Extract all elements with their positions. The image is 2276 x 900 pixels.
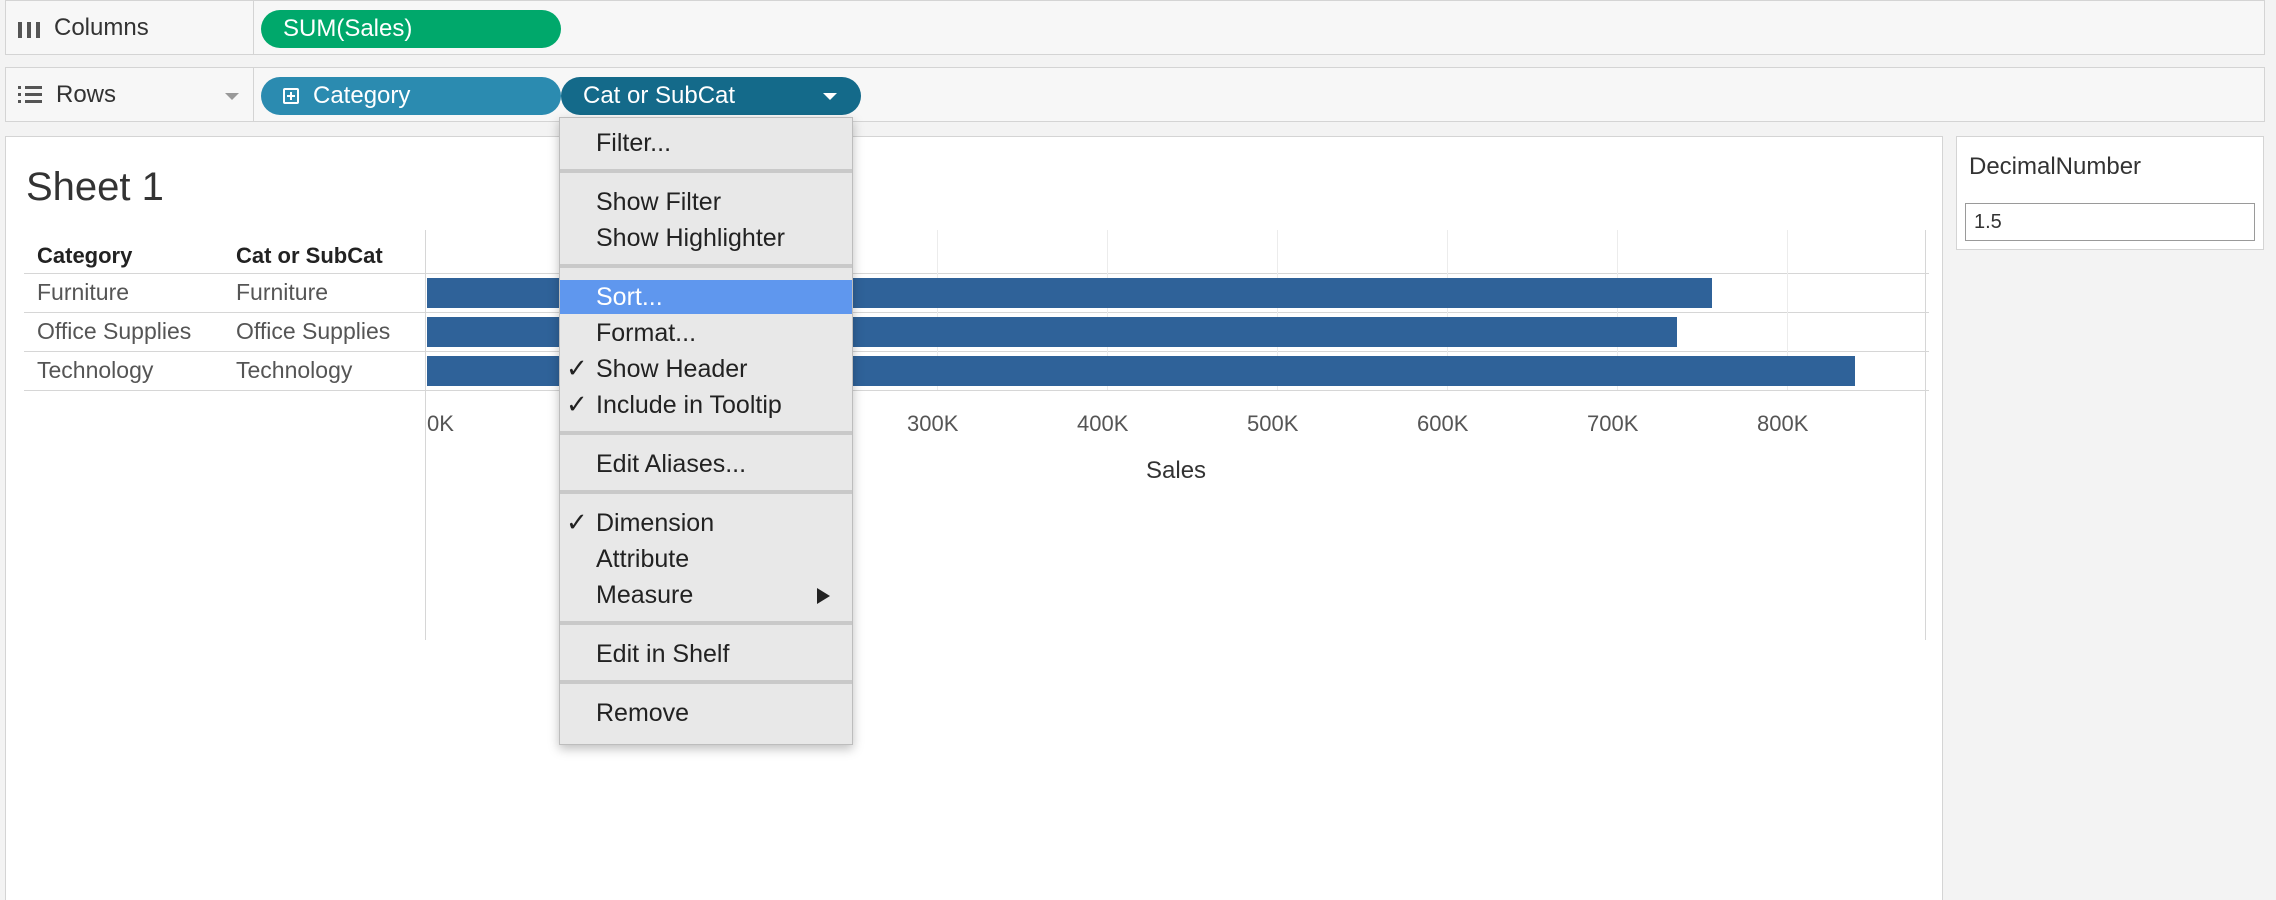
menu-item-dimension[interactable]: ✓ Dimension <box>560 506 852 540</box>
x-tick-label: 300K <box>907 411 959 436</box>
axis-divider <box>425 230 426 640</box>
cat-or-subcat-pill-label: Cat or SubCat <box>583 82 736 109</box>
menu-separator <box>560 169 852 173</box>
menu-item-edit-aliases[interactable]: Edit Aliases... <box>560 447 852 481</box>
cell-cat-or-subcat[interactable]: Technology <box>236 357 352 384</box>
row-divider <box>24 312 1929 313</box>
header-category[interactable]: Category <box>37 243 132 269</box>
cell-cat-or-subcat[interactable]: Furniture <box>236 279 328 306</box>
menu-item-show-filter[interactable]: Show Filter <box>560 185 852 219</box>
cell-category[interactable]: Office Supplies <box>37 318 191 345</box>
columns-shelf-label-area: Columns <box>6 1 254 54</box>
expand-plus-icon[interactable] <box>283 88 299 104</box>
rows-shelf-label-area[interactable]: Rows <box>6 68 254 121</box>
rows-icon <box>18 86 42 103</box>
menu-item-edit-in-shelf[interactable]: Edit in Shelf <box>560 637 852 671</box>
cell-category[interactable]: Technology <box>37 357 153 384</box>
x-tick-label: 400K <box>1077 411 1129 436</box>
menu-item-label: Show Filter <box>596 187 722 216</box>
menu-item-format[interactable]: Format... <box>560 316 852 350</box>
menu-item-label: Attribute <box>596 544 690 573</box>
menu-item-attribute[interactable]: Attribute <box>560 542 852 576</box>
menu-separator <box>560 490 852 494</box>
x-tick-label: 0K <box>427 411 454 436</box>
x-tick-label: 600K <box>1417 411 1469 436</box>
menu-item-label: Filter... <box>596 128 672 157</box>
checkmark-icon: ✓ <box>566 507 588 537</box>
category-pill-label: Category <box>313 82 411 109</box>
columns-label: Columns <box>54 13 149 41</box>
sum-sales-pill-label: SUM(Sales) <box>283 15 413 42</box>
menu-item-label: Edit Aliases... <box>596 449 747 478</box>
checkmark-icon: ✓ <box>566 353 588 383</box>
columns-shelf: Columns SUM(Sales) <box>5 0 2265 55</box>
menu-item-label: Sort... <box>596 282 663 311</box>
menu-separator <box>560 621 852 625</box>
rows-label: Rows <box>56 80 117 108</box>
menu-item-measure[interactable]: Measure <box>560 578 852 612</box>
row-divider <box>24 273 1929 274</box>
x-tick-label: 800K <box>1757 411 1809 436</box>
menu-item-label: Format... <box>596 318 697 347</box>
header-cat-or-subcat[interactable]: Cat or SubCat <box>236 243 383 269</box>
row-divider <box>24 390 1929 391</box>
parameter-input[interactable] <box>1965 203 2255 241</box>
sheet-view: Sheet 1 Category Cat or SubCat Furniture… <box>5 136 1943 900</box>
row-divider <box>24 351 1929 352</box>
pill-context-menu: Filter... Show Filter Show Highlighter Sort… <box>559 117 853 745</box>
sum-sales-pill[interactable]: SUM(Sales) <box>261 10 561 48</box>
x-axis-label: Sales <box>1146 457 1207 484</box>
cell-cat-or-subcat[interactable]: Office Supplies <box>236 318 390 345</box>
x-tick-label: 500K <box>1247 411 1299 436</box>
menu-separator <box>560 264 852 268</box>
parameter-title: DecimalNumber <box>1969 153 2142 180</box>
pill-dropdown-caret-icon[interactable] <box>823 93 837 100</box>
sheet-title: Sheet 1 <box>26 165 164 209</box>
menu-item-label: Dimension <box>596 508 715 537</box>
rows-dropdown-caret-icon[interactable] <box>225 93 239 100</box>
menu-item-label: Measure <box>596 580 694 609</box>
menu-item-filter[interactable]: Filter... <box>560 126 852 160</box>
menu-item-label: Edit in Shelf <box>596 639 730 668</box>
menu-item-label: Show Highlighter <box>596 223 785 252</box>
rows-shelf: Rows Category Cat or SubCat <box>5 67 2265 122</box>
menu-item-label: Remove <box>596 698 690 727</box>
checkmark-icon: ✓ <box>566 389 588 419</box>
cell-category[interactable]: Furniture <box>37 279 129 306</box>
menu-item-remove[interactable]: Remove <box>560 696 852 730</box>
menu-separator <box>560 431 852 435</box>
menu-item-show-highlighter[interactable]: Show Highlighter <box>560 221 852 255</box>
x-tick-label: 700K <box>1587 411 1639 436</box>
axis-divider <box>1925 230 1926 640</box>
menu-item-label: Include in Tooltip <box>596 390 782 419</box>
menu-item-include-in-tooltip[interactable]: ✓ Include in Tooltip <box>560 388 852 422</box>
menu-separator <box>560 680 852 684</box>
menu-item-label: Show Header <box>596 354 748 383</box>
submenu-arrow-icon <box>817 588 830 604</box>
parameter-card: DecimalNumber <box>1956 136 2264 250</box>
category-pill[interactable]: Category <box>261 77 561 115</box>
columns-icon <box>18 18 40 38</box>
cat-or-subcat-pill[interactable]: Cat or SubCat <box>561 77 861 115</box>
menu-item-sort[interactable]: Sort... <box>560 280 852 314</box>
menu-item-show-header[interactable]: ✓ Show Header <box>560 352 852 386</box>
